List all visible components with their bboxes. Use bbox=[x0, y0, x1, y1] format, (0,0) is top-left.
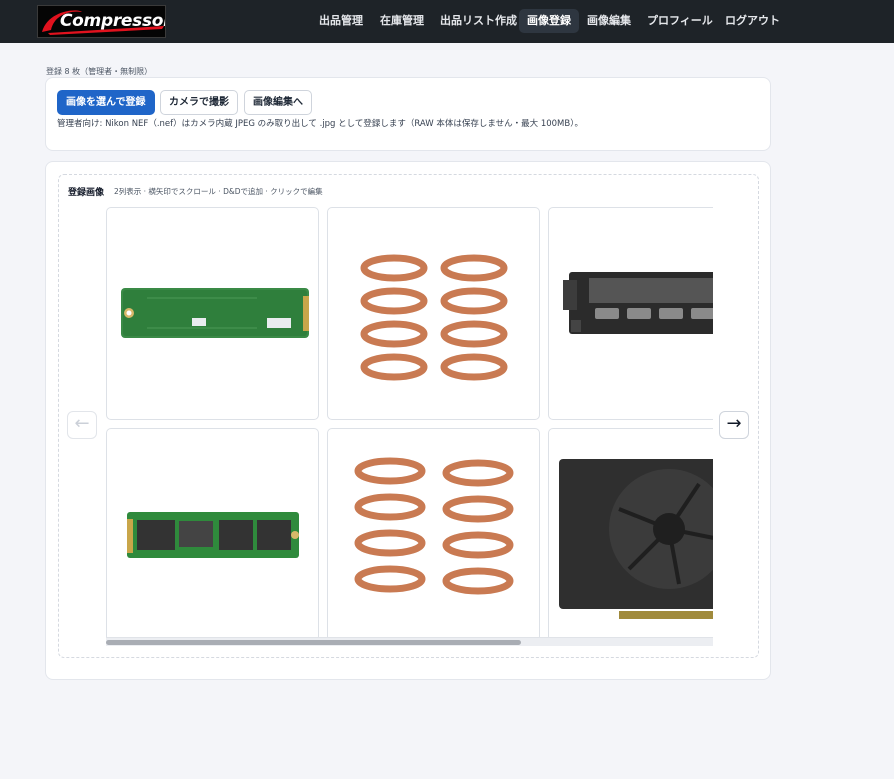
nav-image-register[interactable]: 画像登録 bbox=[519, 9, 579, 33]
image-tile[interactable] bbox=[327, 428, 540, 637]
gallery-title: 登録画像 bbox=[68, 188, 105, 198]
graphics-card-io-image bbox=[563, 272, 713, 334]
ssd-front-image bbox=[127, 512, 299, 558]
image-tile[interactable] bbox=[548, 428, 713, 637]
coil-springs-image bbox=[360, 254, 508, 381]
select-images-button[interactable]: 画像を選んで登録 bbox=[57, 90, 155, 115]
coil-springs-image bbox=[354, 457, 514, 595]
scroll-left-arrow-icon[interactable]: ← bbox=[67, 411, 97, 439]
scroll-right-arrow-icon[interactable]: → bbox=[719, 411, 749, 439]
brand-logo[interactable]: Compressor bbox=[37, 5, 166, 38]
image-grid bbox=[106, 207, 713, 637]
logo-text: Compressor bbox=[60, 11, 166, 31]
nav-inventory[interactable]: 在庫管理 bbox=[372, 9, 432, 33]
graphics-card-fan-image bbox=[559, 459, 713, 619]
nav-listings[interactable]: 出品管理 bbox=[311, 9, 371, 33]
image-count-summary: 登録 8 枚（管理者・無制限） bbox=[46, 67, 153, 76]
gallery-hint: 2列表示 · 横矢印でスクロール · D&Dで追加 · クリックで編集 bbox=[114, 187, 323, 196]
ssd-back-image bbox=[121, 288, 309, 338]
image-tile[interactable] bbox=[106, 428, 319, 637]
scrollbar-thumb[interactable] bbox=[106, 640, 521, 645]
camera-button[interactable]: カメラで撮影 bbox=[160, 90, 238, 115]
horizontal-scrollbar[interactable] bbox=[106, 637, 713, 646]
nav-create-listing[interactable]: 出品リスト作成 bbox=[432, 9, 525, 33]
nef-note: 管理者向け: Nikon NEF（.nef）はカメラ内蔵 JPEG のみ取り出し… bbox=[57, 119, 583, 129]
image-tile[interactable] bbox=[327, 207, 540, 420]
image-tile[interactable] bbox=[106, 207, 319, 420]
top-navbar: Compressor 出品管理 在庫管理 出品リスト作成 画像登録 画像編集 プ… bbox=[0, 0, 894, 43]
nav-image-edit[interactable]: 画像編集 bbox=[579, 9, 639, 33]
upload-card: 画像を選んで登録 カメラで撮影 画像編集へ 管理者向け: Nikon NEF（.… bbox=[45, 77, 771, 151]
nav-profile[interactable]: プロフィール bbox=[639, 9, 721, 33]
go-image-edit-button[interactable]: 画像編集へ bbox=[244, 90, 312, 115]
nav-logout[interactable]: ログアウト bbox=[717, 9, 788, 33]
image-tile[interactable] bbox=[548, 207, 713, 420]
